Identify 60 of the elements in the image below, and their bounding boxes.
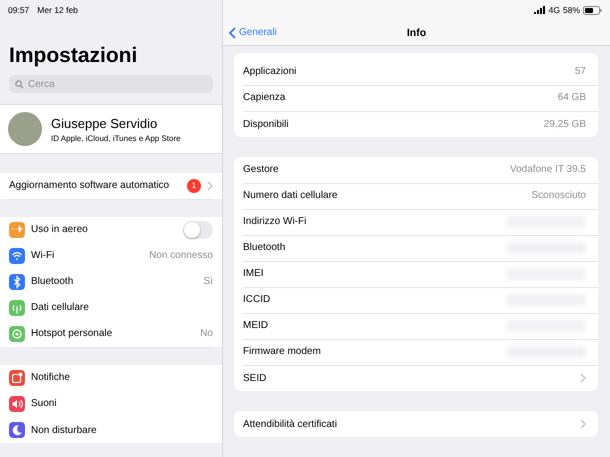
page-title: Impostazioni	[8, 43, 138, 69]
settings-row[interactable]: Uso in aereo	[0, 217, 222, 243]
status-date: Mer 12 feb	[37, 5, 78, 15]
row-label: MEID	[243, 320, 269, 331]
chevron-icon	[207, 180, 213, 190]
settings-row[interactable]: Hotspot personale No	[0, 321, 222, 347]
row-value: 64 GB	[558, 92, 586, 103]
row-label: Bluetooth	[31, 276, 74, 287]
row-value: Vodafone IT 39.5	[510, 164, 586, 175]
chevron-icon	[580, 373, 586, 383]
row-label: Wi-Fi	[31, 250, 56, 261]
row-label: Applicazioni	[243, 66, 298, 77]
row-label: Uso in aereo	[31, 224, 89, 235]
settings-row[interactable]: Non disturbare	[0, 417, 222, 443]
row-label: Suoni	[31, 398, 58, 409]
settings-row[interactable]: Suoni	[0, 391, 222, 417]
profile-name: Giuseppe Servidio	[51, 116, 158, 130]
row-label: Hotspot personale	[31, 328, 114, 339]
settings-row[interactable]: Wi-Fi Non connesso	[0, 243, 222, 269]
row-value: 57	[574, 66, 586, 77]
row-label: Aggiornamento software automatico	[9, 180, 170, 191]
search-icon	[15, 80, 24, 88]
status-time: 09:57	[8, 5, 30, 15]
signal-icon	[534, 6, 546, 14]
settings-row[interactable]: Aggiornamento software automatico 1	[0, 173, 222, 199]
profile-row[interactable]: Giuseppe Servidio ID Apple, iCloud, iTunes e App Store	[0, 104, 222, 154]
profile-subtitle: ID Apple, iCloud, iTunes e App Store	[51, 134, 181, 142]
row-value: Sì	[204, 276, 213, 287]
nav-title: Info	[406, 26, 426, 38]
chevron-icon	[580, 419, 586, 429]
avatar-placeholder	[8, 112, 42, 146]
row-label: IMEI	[243, 268, 265, 279]
settings-row[interactable]: Dati cellulare	[0, 295, 222, 321]
row-label: Non disturbare	[31, 424, 98, 436]
row-value: No	[200, 328, 213, 339]
back-chevron-icon	[229, 26, 236, 38]
row-label: Bluetooth	[243, 242, 286, 253]
notification-badge: 1	[187, 178, 201, 192]
row-value: Sconosciuto	[532, 190, 586, 201]
battery-icon	[583, 6, 602, 14]
row-value: Non connesso	[149, 250, 213, 261]
row-label: Indirizzo Wi-Fi	[243, 216, 308, 227]
row-label: SEID	[243, 372, 268, 384]
toggle-switch[interactable]	[183, 220, 213, 238]
row-label: Firmware modem	[243, 346, 322, 357]
back-button[interactable]: Generali	[229, 26, 277, 38]
row-label: Notifiche	[31, 372, 71, 383]
row-label: Capienza	[243, 92, 286, 103]
row-value: 29,25 GB	[544, 118, 586, 130]
row-label: Attendibilità certificati	[243, 418, 338, 430]
row-label: Dati cellulare	[31, 302, 90, 313]
battery-percent: 58%	[562, 5, 580, 15]
row-label: ICCID	[243, 294, 272, 305]
settings-row[interactable]: Notifiche	[0, 365, 222, 391]
row-label: Gestore	[243, 164, 280, 175]
network-label: 4G	[548, 5, 560, 15]
settings-row[interactable]: Bluetooth Sì	[0, 269, 222, 295]
row-label: Disponibili	[243, 118, 290, 130]
search-field[interactable]: Cerca	[9, 75, 213, 93]
row-label: Numero dati cellulare	[243, 190, 338, 201]
